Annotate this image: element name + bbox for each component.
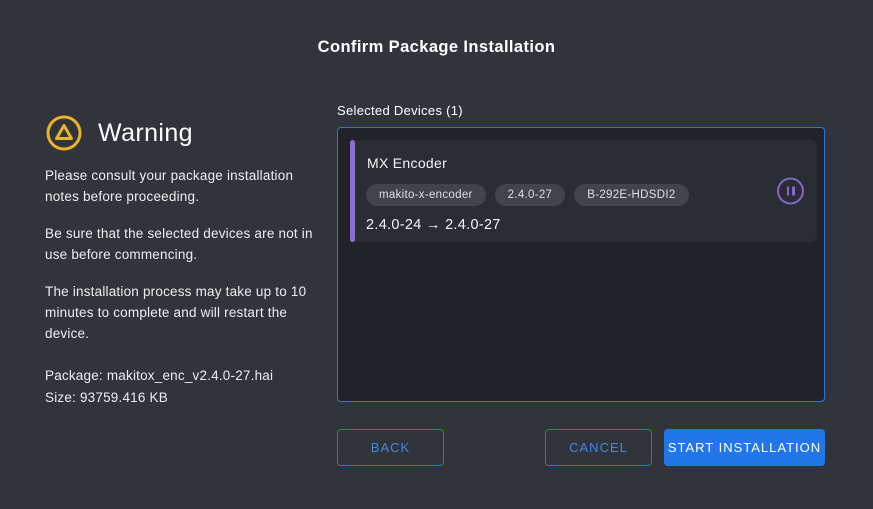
device-version-change: 2.4.0-24 → 2.4.0-27 [366, 217, 801, 233]
start-installation-button[interactable]: START INSTALLATION [664, 429, 825, 466]
selected-devices-header: Selected Devices (1) [337, 103, 825, 118]
device-tags: makito-x-encoder 2.4.0-27 B-292E-HDSDI2 [366, 184, 801, 206]
device-tag-version: 2.4.0-27 [495, 184, 566, 206]
warning-paragraph: Be sure that the selected devices are no… [45, 223, 327, 265]
selected-devices-panel: MX Encoder makito-x-encoder 2.4.0-27 B-2… [337, 127, 825, 402]
device-card[interactable]: MX Encoder makito-x-encoder 2.4.0-27 B-2… [350, 140, 817, 242]
warning-text: Please consult your package installation… [45, 165, 327, 344]
device-tag-serial: B-292E-HDSDI2 [574, 184, 688, 206]
dialog-actions: BACK CANCEL START INSTALLATION [337, 429, 825, 466]
package-size: Size: 93759.416 KB [45, 387, 327, 409]
warning-section: Warning Please consult your package inst… [45, 103, 327, 466]
back-button[interactable]: BACK [337, 429, 444, 466]
package-info: Package: makitox_enc_v2.4.0-27.hai Size:… [45, 365, 327, 409]
cancel-button[interactable]: CANCEL [545, 429, 652, 466]
warning-heading: Warning [98, 119, 193, 148]
device-accent-bar [350, 140, 355, 242]
package-name: Package: makitox_enc_v2.4.0-27.hai [45, 365, 327, 387]
pause-icon [777, 178, 804, 205]
warning-paragraph: The installation process may take up to … [45, 281, 327, 344]
devices-section: Selected Devices (1) MX Encoder makito-x… [337, 103, 825, 466]
warning-paragraph: Please consult your package installation… [45, 165, 327, 207]
dialog-content: Warning Please consult your package inst… [0, 103, 873, 466]
page-title: Confirm Package Installation [0, 0, 873, 57]
warning-header: Warning [45, 114, 327, 152]
warning-triangle-icon [45, 114, 83, 152]
device-name: MX Encoder [367, 155, 801, 171]
device-tag-type: makito-x-encoder [366, 184, 486, 206]
